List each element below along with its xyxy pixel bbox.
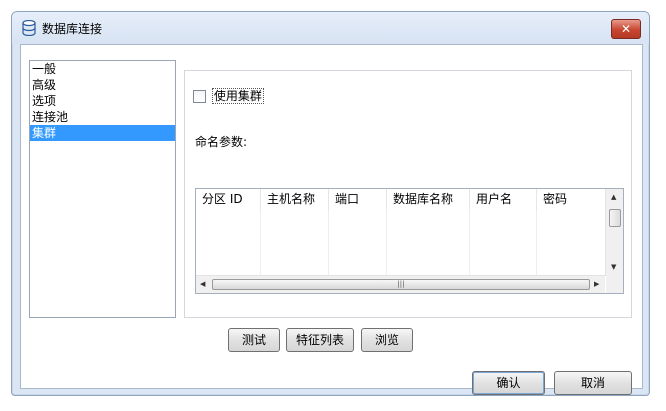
nav-item-general[interactable]: 一般 [30,61,175,77]
category-list: 一般 高级 选项 连接池 集群 [29,60,176,318]
cancel-button[interactable]: 取消 [554,371,632,395]
vertical-scrollbar[interactable]: ▲ ▼ [605,189,623,276]
use-cluster-checkbox[interactable] [193,89,206,103]
column-username[interactable]: 用户名 [470,189,537,210]
column-partition-id[interactable]: 分区 ID [196,189,261,210]
close-icon: ✕ [620,22,632,36]
cluster-panel: 使用集群 命名参数: 分区 ID 主机名称 端口 数据库名称 用户名 密码 ▲ … [184,70,632,318]
named-parameters-label: 命名参数: [195,135,248,149]
scroll-corner [606,276,623,293]
vertical-scroll-thumb[interactable] [609,209,621,227]
use-cluster-label[interactable]: 使用集群 [211,88,264,104]
scroll-up-icon[interactable]: ▲ [611,193,616,201]
table-header: 分区 ID 主机名称 端口 数据库名称 用户名 密码 [196,189,605,210]
nav-item-advanced[interactable]: 高级 [30,77,175,93]
use-cluster-row: 使用集群 [193,88,264,104]
nav-item-connection-pool[interactable]: 连接池 [30,109,175,125]
column-database-name[interactable]: 数据库名称 [387,189,470,210]
title-bar[interactable]: 数据库连接 ✕ [12,12,649,44]
database-icon [22,20,36,36]
cluster-parameters-table[interactable]: 分区 ID 主机名称 端口 数据库名称 用户名 密码 ▲ ▼ ◀ ||| ▶ [195,188,624,294]
nav-item-options[interactable]: 选项 [30,93,175,109]
scroll-left-icon[interactable]: ◀ [200,280,205,288]
feature-list-button[interactable]: 特征列表 [286,328,354,352]
scroll-down-icon[interactable]: ▼ [611,263,616,271]
browse-button[interactable]: 浏览 [361,328,413,352]
ok-button[interactable]: 确认 [472,371,545,395]
horizontal-scroll-thumb[interactable]: ||| [212,279,590,290]
dialog-content: 一般 高级 选项 连接池 集群 使用集群 命名参数: 分区 ID 主机名称 端口… [20,44,643,395]
column-host-name[interactable]: 主机名称 [261,189,329,210]
test-button[interactable]: 测试 [228,328,280,352]
nav-item-cluster[interactable]: 集群 [30,125,175,141]
close-button[interactable]: ✕ [611,19,641,39]
column-password[interactable]: 密码 [537,189,605,210]
table-body [196,210,605,276]
horizontal-scrollbar[interactable]: ◀ ||| ▶ [196,275,605,293]
database-connection-dialog: 数据库连接 ✕ 一般 高级 选项 连接池 集群 使用集群 命名参数: 分区 ID… [11,11,650,396]
scroll-right-icon[interactable]: ▶ [594,280,599,288]
window-title: 数据库连接 [42,22,103,36]
column-port[interactable]: 端口 [329,189,387,210]
